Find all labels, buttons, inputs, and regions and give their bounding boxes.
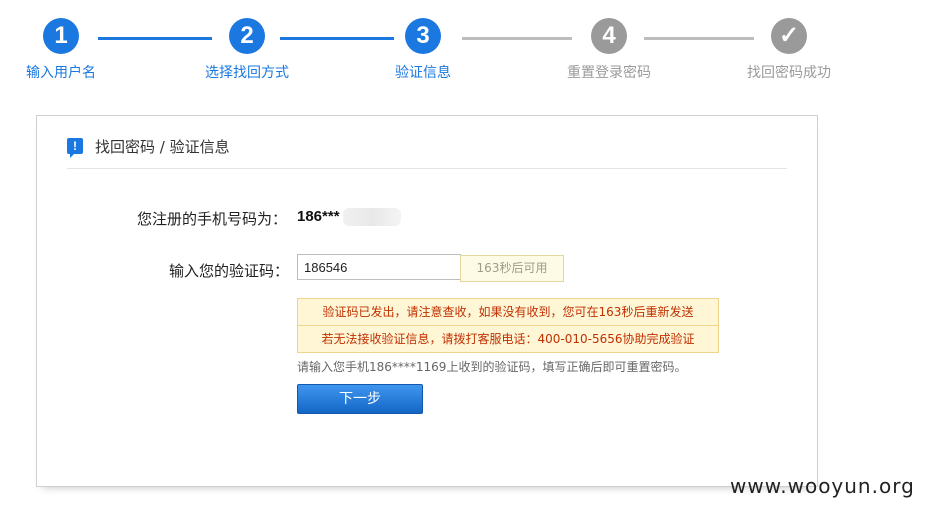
watermark: www.wooyun.org <box>730 474 915 498</box>
next-step-button[interactable]: 下一步 <box>297 384 423 414</box>
step-label: 重置登录密码 <box>567 65 651 81</box>
support-notice: 若无法接收验证信息，请拨打客服电话：400-010-5656协助完成验证 <box>297 325 719 353</box>
panel-header: ! 找回密码 / 验证信息 <box>67 136 787 169</box>
step-2: 2 选择找回方式 <box>192 18 302 82</box>
phone-label: 您注册的手机号码为： <box>137 210 288 228</box>
step-number: 2 <box>229 18 265 54</box>
step-label: 验证信息 <box>395 65 451 81</box>
step-3: 3 验证信息 <box>368 18 478 82</box>
resend-code-button[interactable]: 163秒后可用 <box>460 255 564 282</box>
step-number: 1 <box>43 18 79 54</box>
checkmark-icon: ✓ <box>771 18 807 54</box>
code-label: 输入您的验证码： <box>169 262 290 280</box>
masked-phone-blur <box>343 208 401 226</box>
step-label: 选择找回方式 <box>205 65 289 81</box>
phone-value: 186*** <box>297 208 340 225</box>
step-number: 4 <box>591 18 627 54</box>
step-number: 3 <box>405 18 441 54</box>
verification-code-input[interactable] <box>297 254 461 280</box>
step-4: 4 重置登录密码 <box>554 18 664 82</box>
step-label: 输入用户名 <box>26 65 96 81</box>
info-bubble-icon: ! <box>67 138 83 158</box>
panel-title: 找回密码 / 验证信息 <box>95 138 230 156</box>
progress-stepper: 1 输入用户名 2 选择找回方式 3 验证信息 4 重置登录密码 ✓ 找回密码成… <box>0 0 936 90</box>
input-hint: 请输入您手机186****1169上收到的验证码，填写正确后即可重置密码。 <box>297 360 687 374</box>
step-1: 1 输入用户名 <box>6 18 116 82</box>
code-sent-notice: 验证码已发出，请注意查收，如果没有收到，您可在163秒后重新发送 <box>297 298 719 326</box>
verification-panel: ! 找回密码 / 验证信息 您注册的手机号码为： 186*** 输入您的验证码：… <box>36 115 818 487</box>
step-5: ✓ 找回密码成功 <box>734 18 844 82</box>
step-label: 找回密码成功 <box>747 65 831 81</box>
